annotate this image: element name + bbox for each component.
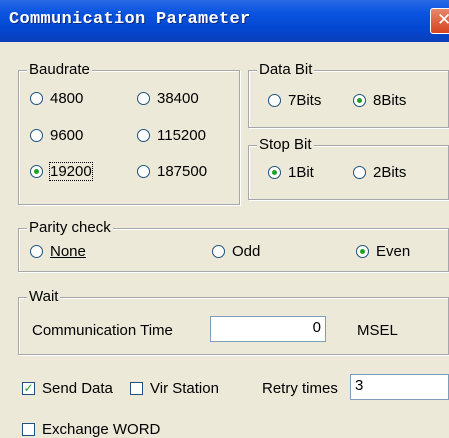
baudrate-legend: Baudrate (27, 61, 92, 78)
baud-19200-label: 19200 (49, 162, 93, 181)
stop-bit-2-label: 2Bits (373, 164, 407, 181)
baud-115200-option[interactable]: 115200 (137, 127, 206, 144)
data-bit-8-option[interactable]: 8Bits (353, 92, 406, 109)
baud-4800-option[interactable]: 4800 (30, 90, 83, 107)
wait-legend: Wait (27, 288, 61, 305)
close-icon: ✕ (437, 10, 449, 29)
radio-button[interactable] (30, 92, 43, 105)
close-button[interactable]: ✕ (430, 8, 449, 34)
radio-button[interactable] (212, 245, 225, 258)
parity-odd-label: Odd (232, 243, 261, 260)
parity-odd-option[interactable]: Odd (212, 243, 260, 260)
parity-legend: Parity check (27, 219, 113, 236)
checkbox-unchecked[interactable] (22, 423, 35, 436)
data-bit-legend: Data Bit (257, 61, 315, 78)
retry-times-label: Retry times (262, 380, 338, 397)
title-bar[interactable]: Communication Parameter ✕ (0, 0, 449, 42)
vir-station-label: Vir Station (150, 380, 219, 397)
stop-bit-1-option[interactable]: 1Bit (268, 164, 314, 181)
baud-187500-option[interactable]: 187500 (137, 163, 207, 180)
stop-bit-legend: Stop Bit (257, 136, 314, 153)
parity-even-option[interactable]: Even (356, 243, 410, 260)
parity-none-label: None (50, 243, 86, 260)
baud-4800-label: 4800 (50, 90, 84, 107)
communication-time-input[interactable]: 0 (210, 316, 326, 342)
checkbox-checked[interactable]: ✓ (22, 382, 35, 395)
vir-station-checkbox[interactable]: Vir Station (130, 380, 219, 397)
radio-button[interactable] (30, 129, 43, 142)
exchange-word-checkbox[interactable]: Exchange WORD (22, 421, 160, 438)
stop-bit-1-label: 1Bit (288, 164, 314, 181)
radio-button-selected[interactable] (356, 245, 369, 258)
baud-38400-option[interactable]: 38400 (137, 90, 199, 107)
parity-none-option[interactable]: None (30, 243, 86, 260)
radio-button[interactable] (30, 245, 43, 258)
checkbox-unchecked[interactable] (130, 382, 143, 395)
parity-even-label: Even (376, 243, 411, 260)
radio-button[interactable] (137, 129, 150, 142)
exchange-word-label: Exchange WORD (42, 421, 161, 438)
send-data-checkbox[interactable]: ✓ Send Data (22, 380, 113, 397)
send-data-label: Send Data (42, 380, 113, 397)
baud-187500-label: 187500 (157, 163, 208, 180)
baud-9600-label: 9600 (50, 127, 84, 144)
communication-time-label: Communication Time (32, 322, 173, 339)
baud-9600-option[interactable]: 9600 (30, 127, 83, 144)
data-bit-8-label: 8Bits (373, 92, 407, 109)
radio-button-selected[interactable] (268, 166, 281, 179)
baud-115200-label: 115200 (157, 127, 206, 144)
radio-button[interactable] (137, 165, 150, 178)
radio-button[interactable] (137, 92, 150, 105)
radio-button-selected[interactable] (30, 165, 43, 178)
stop-bit-2-option[interactable]: 2Bits (353, 164, 406, 181)
retry-times-input[interactable]: 3 (350, 374, 449, 400)
radio-button[interactable] (268, 94, 281, 107)
window-title: Communication Parameter (9, 10, 251, 29)
radio-button-selected[interactable] (353, 94, 366, 107)
unit-label: MSEL (357, 322, 398, 339)
baud-38400-label: 38400 (157, 90, 199, 107)
data-bit-7-option[interactable]: 7Bits (268, 92, 321, 109)
data-bit-7-label: 7Bits (288, 92, 322, 109)
baud-19200-option[interactable]: 19200 (30, 162, 93, 181)
radio-button[interactable] (353, 166, 366, 179)
